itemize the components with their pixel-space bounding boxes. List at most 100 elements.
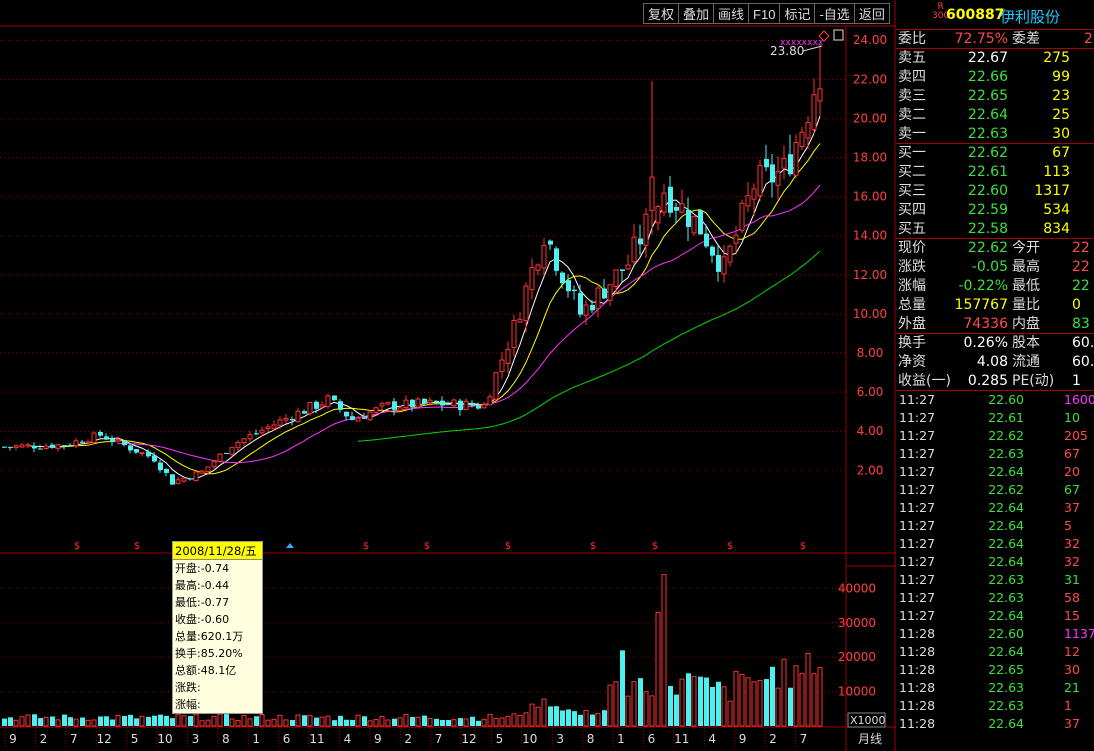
- month-tick-label: 8: [587, 732, 595, 746]
- dividend-marker[interactable]: $: [652, 541, 658, 552]
- tick-time: 11:27: [899, 410, 936, 425]
- tick-time: 11:27: [899, 536, 936, 551]
- dividend-marker[interactable]: $: [590, 541, 596, 552]
- dividend-marker[interactable]: $: [363, 541, 369, 552]
- volume-bar: [788, 687, 793, 726]
- candle-body: [583, 304, 589, 316]
- candle-body: [487, 396, 493, 406]
- candle-body: [217, 453, 223, 462]
- candle-body: [674, 206, 679, 211]
- bid-level-row[interactable]: 买五 22.58 834: [896, 220, 1094, 239]
- tick-volume: 30: [1064, 662, 1080, 677]
- ma10-line: [57, 143, 821, 475]
- volume-bar: [55, 719, 61, 727]
- candle-body: [271, 424, 277, 429]
- stat-label: 现价: [898, 240, 926, 256]
- price-tick-label: 12.00: [853, 268, 887, 282]
- volume-tick-label: 30000: [838, 616, 876, 630]
- volume-bar: [73, 718, 79, 727]
- stat-row: 涨幅 -0.22% 最低 22: [896, 277, 1094, 296]
- tick-row: 11:28 22.64 37: [896, 715, 1094, 733]
- month-tick-label: 10: [157, 732, 172, 746]
- volume-bar: [781, 658, 787, 727]
- draw-line-button[interactable]: 画线: [713, 3, 750, 24]
- dividend-marker[interactable]: $: [134, 541, 140, 552]
- tick-price: 22.60: [988, 392, 1024, 407]
- stat-label: 最高: [1012, 259, 1040, 275]
- quote-panel: R 300 600887 伊利股份 委比 72.75% 委差 2 卖五 22.67 2…: [896, 0, 1094, 751]
- tick-price: 22.60: [988, 626, 1024, 641]
- ask-level-row[interactable]: 卖三 22.65 23: [896, 87, 1094, 106]
- candle-info-tooltip: 2008/11/28/五 开盘:-0.74 最高:-0.44 最低:-0.77 …: [172, 541, 263, 714]
- ask-level-row[interactable]: 卖二 22.64 25: [896, 106, 1094, 125]
- tick-volume: 37: [1064, 500, 1080, 515]
- dividend-marker[interactable]: $: [424, 541, 430, 552]
- volume-bar: [511, 713, 517, 727]
- candle-body: [517, 318, 523, 323]
- candle-body: [505, 348, 511, 364]
- mark-button[interactable]: 标记: [779, 3, 816, 24]
- f10-button[interactable]: F10: [748, 3, 781, 24]
- candle-body: [62, 445, 67, 447]
- candle-body: [139, 452, 145, 455]
- candle-body: [631, 236, 637, 263]
- month-tick-label: 7: [800, 732, 808, 746]
- stock-name[interactable]: 伊利股份: [1000, 6, 1060, 27]
- back-button[interactable]: 返回: [853, 3, 890, 24]
- bid-price: 22.62: [967, 145, 1008, 161]
- stat-value: 83: [1072, 316, 1090, 332]
- volume-bar: [560, 710, 565, 726]
- bid-level-row[interactable]: 买四 22.59 534: [896, 201, 1094, 220]
- volume-bar: [241, 714, 247, 727]
- month-tick-label: 6: [283, 732, 291, 746]
- stock-code[interactable]: 600887: [946, 7, 1004, 23]
- tick-time: 11:28: [899, 662, 936, 677]
- cross-markers: xxxxxxxx: [780, 38, 824, 48]
- candle-body: [205, 466, 211, 473]
- volume-bar: [158, 714, 163, 726]
- ask-level-row[interactable]: 卖四 22.66 99: [896, 68, 1094, 87]
- volume-bar: [710, 686, 715, 726]
- split-marker-icon[interactable]: [286, 543, 294, 548]
- volume-bar: [476, 720, 481, 726]
- tick-price: 22.62: [988, 428, 1024, 443]
- stat-value: 22: [1072, 259, 1090, 275]
- tick-time: 11:28: [899, 716, 936, 731]
- remove-watchlist-button[interactable]: -自选: [814, 3, 855, 24]
- overlay-button[interactable]: 叠加: [678, 3, 715, 24]
- volume-bar: [674, 694, 679, 726]
- month-tick-label: 11: [309, 732, 324, 746]
- candle-body: [158, 462, 163, 471]
- volume-bar: [164, 715, 169, 726]
- dividend-marker[interactable]: $: [727, 541, 733, 552]
- ask-level-row[interactable]: 卖一 22.63 30: [896, 125, 1094, 144]
- dividend-marker[interactable]: $: [505, 541, 511, 552]
- period-label[interactable]: 月线: [858, 732, 882, 746]
- candle-body: [211, 461, 217, 467]
- candle-body: [770, 164, 775, 183]
- ask-level-row[interactable]: 卖五 22.67 275: [896, 49, 1094, 68]
- volume-bar: [661, 574, 667, 727]
- fuquan-button[interactable]: 复权: [643, 3, 680, 24]
- bid-level-row[interactable]: 买一 22.62 67: [896, 144, 1094, 163]
- bid-level-row[interactable]: 买三 22.60 1317: [896, 182, 1094, 201]
- candle-body: [775, 171, 781, 186]
- expand-icon[interactable]: [833, 29, 844, 41]
- tick-time: 11:27: [899, 608, 936, 623]
- candle-body: [188, 478, 193, 480]
- dividend-marker[interactable]: $: [800, 541, 806, 552]
- stat-value: 4.08: [976, 354, 1008, 370]
- bid-level-row[interactable]: 买二 22.61 113: [896, 163, 1094, 182]
- month-tick-label: 11: [674, 732, 689, 746]
- candle-body: [541, 245, 547, 269]
- volume-bar: [379, 716, 385, 727]
- tick-list[interactable]: 11:27 22.60 1600 11:27 22.61 10 11:27 22.62 205 1…: [896, 391, 1094, 733]
- candle-body: [643, 213, 649, 246]
- stat-label: 外盘: [898, 316, 926, 332]
- dividend-marker[interactable]: $: [74, 541, 80, 552]
- volume-bar: [434, 718, 439, 726]
- volume-unit-label: X1000: [850, 714, 886, 727]
- candle-body: [788, 154, 793, 175]
- volume-bar: [691, 676, 697, 727]
- stat-row: 涨跌 -0.05 最高 22: [896, 258, 1094, 277]
